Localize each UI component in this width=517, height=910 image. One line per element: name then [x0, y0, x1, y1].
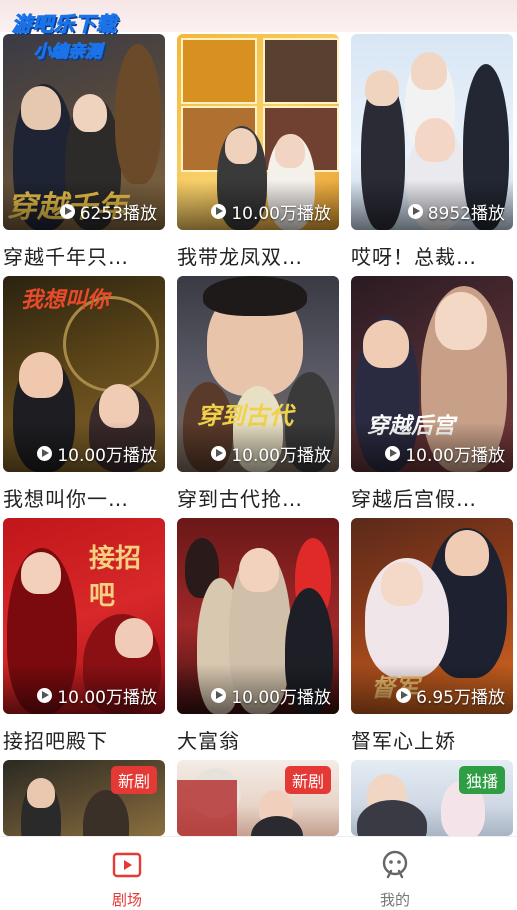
drama-poster[interactable]: 我想叫你 10.00万播放: [3, 276, 165, 472]
drama-poster[interactable]: 督军 6.95万播放: [351, 518, 513, 714]
drama-card[interactable]: 8952播放 哎呀！总裁…: [351, 34, 513, 270]
new-badge: 新剧: [110, 766, 157, 794]
play-count-text: 6253播放: [79, 204, 157, 224]
tab-mine-label: 我的: [379, 891, 410, 909]
play-icon: [211, 446, 227, 461]
play-count-text: 10.00万播放: [231, 204, 331, 224]
play-icon: [37, 688, 53, 703]
drama-card[interactable]: 穿到古代 10.00万播放 穿到古代抢…: [177, 276, 339, 512]
drama-title: 我带龙凤双…: [177, 245, 303, 269]
drama-title: 哎呀！总裁…: [351, 245, 477, 269]
drama-card[interactable]: 新剧: [177, 760, 339, 836]
play-count: 8952播放: [407, 199, 505, 224]
play-count-text: 10.00万播放: [57, 688, 157, 708]
play-count: 10.00万播放: [37, 441, 157, 466]
drama-title: 穿越千年只…: [3, 245, 129, 269]
play-count: 10.00万播放: [211, 683, 331, 708]
watermark-logo: 游吧乐下载 小编亲测: [12, 8, 158, 63]
drama-poster[interactable]: 新剧: [177, 760, 339, 836]
play-count: 10.00万播放: [211, 441, 331, 466]
drama-card[interactable]: 新剧: [3, 760, 165, 836]
play-icon: [59, 204, 75, 219]
play-count: 6.95万播放: [396, 683, 505, 708]
user-face-icon: [382, 850, 408, 879]
drama-poster[interactable]: 穿越千年 6253播放: [3, 34, 165, 230]
drama-card[interactable]: 穿越后宫 10.00万播放 穿越后宫假…: [351, 276, 513, 512]
play-icon: [211, 688, 227, 703]
tab-theater-label: 剧场: [111, 891, 142, 909]
bottom-navigation: 剧场 我的: [0, 836, 517, 910]
play-count: 10.00万播放: [385, 441, 505, 466]
play-icon: [385, 446, 401, 461]
drama-title: 我想叫你一…: [3, 487, 129, 511]
play-count: 10.00万播放: [211, 199, 331, 224]
drama-card[interactable]: 我想叫你 10.00万播放 我想叫你一…: [3, 276, 165, 512]
drama-poster[interactable]: 新剧: [3, 760, 165, 836]
play-count-text: 8952播放: [427, 204, 505, 224]
drama-title: 穿到古代抢…: [177, 487, 303, 511]
watermark-line1: 游吧乐下载: [12, 12, 117, 37]
drama-card[interactable]: 穿越千年 6253播放 穿越千年只…: [3, 34, 165, 270]
drama-card[interactable]: 独播: [351, 760, 513, 836]
play-count-text: 10.00万播放: [57, 446, 157, 466]
play-count-text: 6.95万播放: [416, 688, 505, 708]
drama-title: 督军心上娇: [351, 729, 456, 753]
play-icon: [37, 446, 53, 461]
play-count: 6253播放: [59, 199, 157, 224]
play-icon: [211, 204, 227, 219]
poster-art-text: 接招吧: [89, 544, 142, 611]
drama-title: 接招吧殿下: [3, 729, 108, 753]
watermark-line2: 小编亲测: [34, 42, 103, 63]
play-count-text: 10.00万播放: [405, 446, 505, 466]
drama-card[interactable]: 接招吧 10.00万播放 接招吧殿下: [3, 518, 165, 754]
poster-art-text: 我想叫你: [21, 288, 110, 313]
drama-card[interactable]: 10.00万播放 大富翁: [177, 518, 339, 754]
tab-mine[interactable]: 我的: [355, 849, 435, 910]
drama-poster[interactable]: 10.00万播放: [177, 518, 339, 714]
play-screen-icon: [112, 852, 142, 878]
exclusive-badge: 独播: [458, 766, 505, 794]
drama-title: 穿越后宫假…: [351, 487, 477, 511]
drama-poster[interactable]: 10.00万播放: [177, 34, 339, 230]
drama-poster[interactable]: 穿越后宫 10.00万播放: [351, 276, 513, 472]
tab-theater[interactable]: 剧场: [87, 849, 167, 910]
new-badge: 新剧: [284, 766, 331, 794]
play-icon: [396, 688, 412, 703]
play-icon: [407, 204, 423, 219]
drama-poster[interactable]: 8952播放: [351, 34, 513, 230]
play-count: 10.00万播放: [37, 683, 157, 708]
play-count-text: 10.00万播放: [231, 688, 331, 708]
drama-poster[interactable]: 穿到古代 10.00万播放: [177, 276, 339, 472]
drama-poster[interactable]: 接招吧 10.00万播放: [3, 518, 165, 714]
play-count-text: 10.00万播放: [231, 446, 331, 466]
drama-poster[interactable]: 独播: [351, 760, 513, 836]
drama-card[interactable]: 督军 6.95万播放 督军心上娇: [351, 518, 513, 754]
drama-title: 大富翁: [177, 729, 240, 753]
drama-card[interactable]: 10.00万播放 我带龙凤双…: [177, 34, 339, 270]
